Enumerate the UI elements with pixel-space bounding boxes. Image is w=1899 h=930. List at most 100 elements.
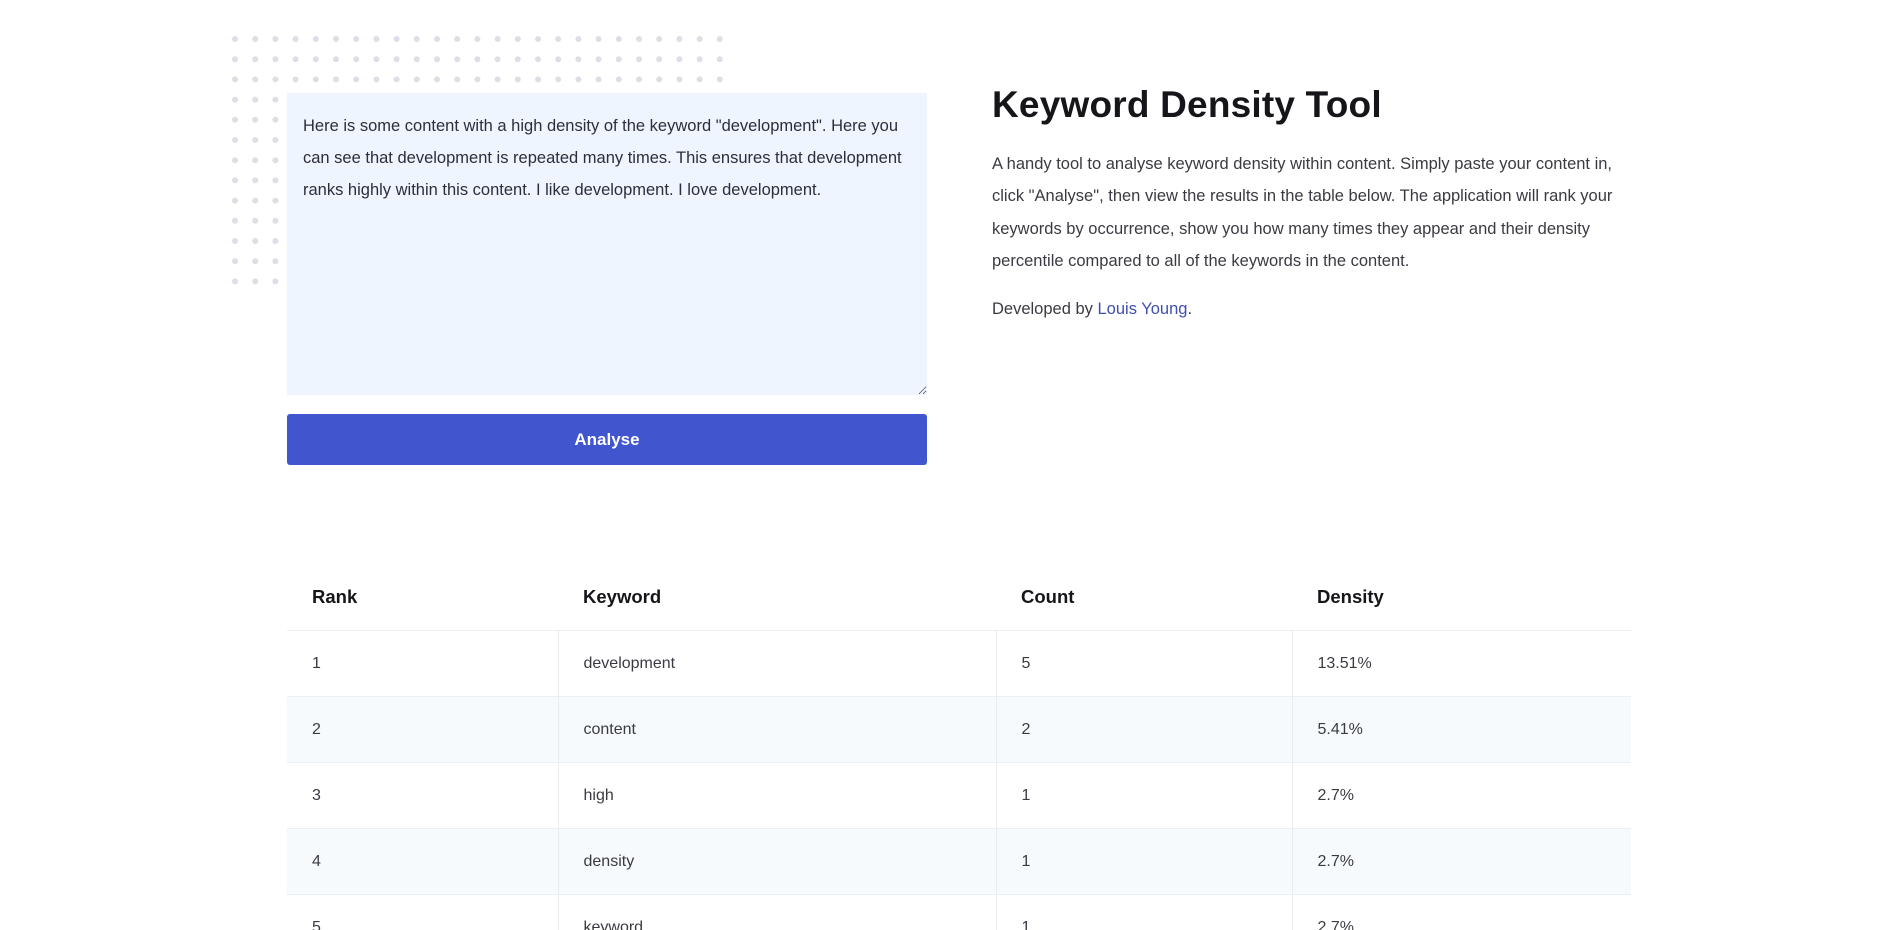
decoration-dot <box>696 76 703 83</box>
decoration-dot <box>494 76 501 83</box>
table-row: 3 high 1 2.7% <box>287 762 1631 829</box>
decoration-dot <box>252 177 259 184</box>
decoration-dot <box>575 36 582 42</box>
decoration-dot <box>676 56 683 63</box>
decoration-dot <box>474 36 481 42</box>
decoration-dot <box>696 56 703 63</box>
column-header-keyword[interactable]: Keyword <box>558 564 996 631</box>
decoration-dot <box>312 36 319 42</box>
decoration-dot <box>333 56 339 63</box>
decoration-dot <box>272 116 279 123</box>
cell-rank: 3 <box>287 762 559 829</box>
decoration-dot <box>272 278 279 285</box>
decoration-dot <box>393 36 400 42</box>
decoration-dot <box>232 96 238 103</box>
decoration-dot <box>393 76 400 83</box>
decoration-dot <box>252 96 259 103</box>
editor-section: Analyse <box>287 93 927 465</box>
content-textarea[interactable] <box>287 93 927 395</box>
decoration-dot <box>595 76 602 83</box>
column-header-density[interactable]: Density <box>1292 564 1631 631</box>
decoration-dot <box>454 76 461 83</box>
author-link[interactable]: Louis Young <box>1098 300 1188 318</box>
cell-keyword: keyword <box>558 894 997 930</box>
decoration-dot <box>353 36 360 42</box>
decoration-dot <box>232 197 238 204</box>
table-row: 5 keyword 1 2.7% <box>287 894 1631 930</box>
decoration-dot <box>494 36 501 42</box>
cell-count: 5 <box>996 630 1293 697</box>
decoration-dot <box>716 76 723 83</box>
decoration-dot <box>232 137 238 143</box>
decoration-dot <box>252 238 259 244</box>
credit-prefix: Developed by <box>992 300 1098 319</box>
developer-credit: Developed by Louis Young. <box>992 293 1642 325</box>
cell-count: 1 <box>996 762 1293 829</box>
decoration-dot <box>555 36 562 42</box>
decoration-dot <box>272 56 279 63</box>
decoration-dot <box>434 36 440 42</box>
decoration-dot <box>272 177 279 184</box>
decoration-dot <box>615 76 622 83</box>
tool-description: A handy tool to analyse keyword density … <box>992 155 1613 270</box>
decoration-dot <box>413 56 420 63</box>
decoration-dot <box>535 36 541 42</box>
decoration-dot <box>434 76 440 83</box>
decoration-dot <box>252 258 259 265</box>
cell-density: 2.7% <box>1292 894 1631 930</box>
decoration-dot <box>292 36 299 42</box>
decoration-dot <box>272 76 279 83</box>
decoration-dot <box>373 36 380 42</box>
decoration-dot <box>232 217 238 224</box>
decoration-dot <box>656 56 663 63</box>
decoration-dot <box>474 76 481 83</box>
decoration-dot <box>656 76 663 83</box>
decoration-dot <box>252 197 259 204</box>
info-panel: Keyword Density Tool A handy tool to ana… <box>992 84 1642 325</box>
decoration-dot <box>252 76 259 83</box>
decoration-dot <box>413 36 420 42</box>
cell-density: 5.41% <box>1292 696 1631 763</box>
decoration-dot <box>676 36 683 42</box>
cell-density: 13.51% <box>1292 630 1631 697</box>
decoration-dot <box>272 36 279 42</box>
decoration-dot <box>636 76 642 83</box>
decoration-dot <box>232 278 238 285</box>
decoration-dot <box>656 36 663 42</box>
decoration-dot <box>373 56 380 63</box>
decoration-dot <box>434 56 440 63</box>
cell-rank: 4 <box>287 828 559 895</box>
column-header-count[interactable]: Count <box>996 564 1292 631</box>
cell-keyword: high <box>558 762 997 829</box>
decoration-dot <box>716 56 723 63</box>
cell-count: 1 <box>996 894 1293 930</box>
decoration-dot <box>454 36 461 42</box>
decoration-dot <box>232 258 238 265</box>
table-row: 4 density 1 2.7% <box>287 828 1631 895</box>
decoration-dot <box>272 137 279 143</box>
decoration-dot <box>312 56 319 63</box>
decoration-dot <box>555 56 562 63</box>
decoration-dot <box>333 76 339 83</box>
decoration-dot <box>555 76 562 83</box>
cell-keyword: content <box>558 696 997 763</box>
cell-count: 1 <box>996 828 1293 895</box>
column-header-rank[interactable]: Rank <box>287 564 558 631</box>
cell-rank: 2 <box>287 696 559 763</box>
decoration-dot <box>595 56 602 63</box>
decoration-dot <box>353 76 360 83</box>
table-row: 2 content 2 5.41% <box>287 696 1631 763</box>
decoration-dot <box>474 56 481 63</box>
page-title: Keyword Density Tool <box>992 84 1382 125</box>
decoration-dot <box>252 137 259 143</box>
decoration-dot <box>232 157 238 164</box>
analyse-button[interactable]: Analyse <box>287 414 927 465</box>
table-header-row: Rank Keyword Count Density <box>287 564 1631 631</box>
cell-count: 2 <box>996 696 1293 763</box>
decoration-dot <box>636 36 642 42</box>
decoration-dot <box>535 76 541 83</box>
decoration-dot <box>252 157 259 164</box>
decoration-dot <box>232 36 238 42</box>
decoration-dot <box>312 76 319 83</box>
decoration-dot <box>272 96 279 103</box>
